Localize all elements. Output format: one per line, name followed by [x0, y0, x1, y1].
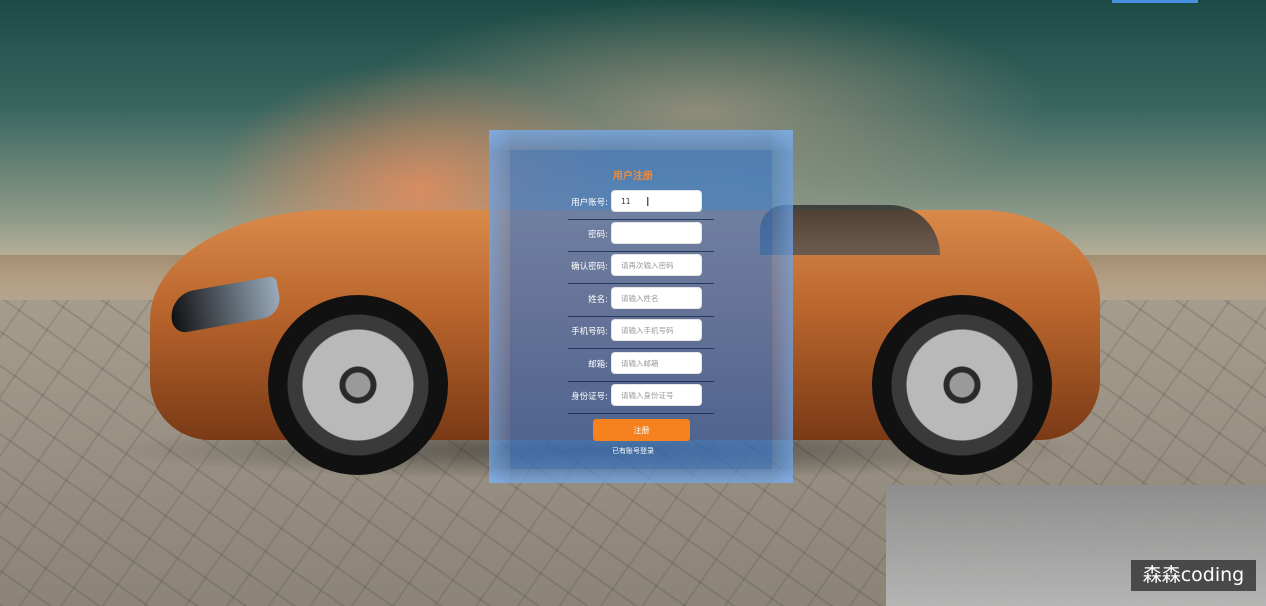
- email-label: 邮箱:: [588, 360, 608, 370]
- phone-input[interactable]: [611, 319, 702, 341]
- id-number-input[interactable]: [611, 384, 702, 406]
- field-row-id-number: 身份证号:: [568, 382, 714, 414]
- password-label: 密码:: [588, 230, 608, 240]
- panel-bevel-right: [772, 130, 793, 483]
- login-link[interactable]: 已有账号登录: [0, 446, 1266, 456]
- username-input[interactable]: [611, 190, 702, 212]
- confirm-password-input[interactable]: [611, 254, 702, 276]
- email-input[interactable]: [611, 352, 702, 374]
- field-row-username: 用户账号:: [568, 188, 714, 220]
- field-row-password: 密码:: [568, 220, 714, 252]
- field-row-email: 邮箱:: [568, 350, 714, 382]
- top-tab-indicator: [1112, 0, 1198, 3]
- panel-bevel-left: [489, 130, 510, 483]
- id-number-label: 身份证号:: [571, 392, 608, 402]
- name-input[interactable]: [611, 287, 702, 309]
- field-row-phone: 手机号码:: [568, 317, 714, 349]
- panel-bevel-bottom: [489, 469, 793, 483]
- text-cursor-icon: I: [646, 195, 650, 209]
- password-input[interactable]: [611, 222, 702, 244]
- field-row-confirm-password: 确认密码:: [568, 252, 714, 284]
- form-title: 用户注册: [613, 171, 653, 182]
- register-button[interactable]: 注册: [593, 419, 690, 441]
- phone-label: 手机号码:: [571, 327, 608, 337]
- watermark: 森森coding: [1131, 560, 1256, 591]
- confirm-password-label: 确认密码:: [571, 262, 608, 272]
- username-label: 用户账号:: [571, 198, 608, 208]
- name-label: 姓名:: [588, 295, 608, 305]
- panel-bevel-top: [489, 130, 793, 150]
- field-row-name: 姓名:: [568, 285, 714, 317]
